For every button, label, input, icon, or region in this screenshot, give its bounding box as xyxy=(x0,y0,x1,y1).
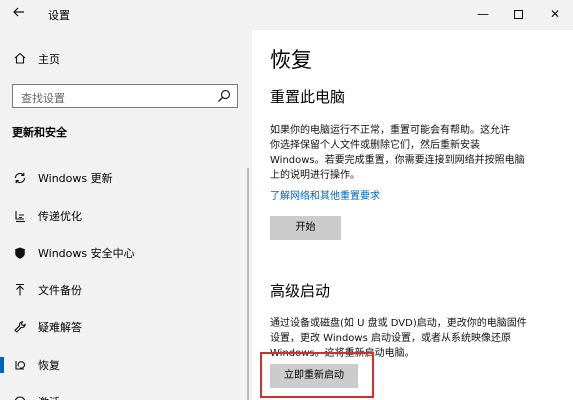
close-button[interactable]: ✕ xyxy=(537,0,573,30)
sidebar-item-recovery[interactable]: 恢复 xyxy=(0,347,246,383)
shield-icon xyxy=(12,246,28,260)
sidebar-item-security-center[interactable]: Windows 安全中心 xyxy=(0,235,246,271)
sidebar-item-label: 恢复 xyxy=(38,359,60,372)
title-bar: 设置 — ✕ xyxy=(0,0,573,30)
minimize-button[interactable]: — xyxy=(465,0,501,30)
sync-icon xyxy=(12,171,28,185)
advanced-description-line: 设置，更改 Windows 启动设置，或者从系统映像还原 xyxy=(270,333,511,344)
reset-description-line: Windows。若要完成重置，你需要连接到网络并按照电脑 xyxy=(270,155,525,166)
sidebar-item-label: 激活 xyxy=(38,394,60,400)
search-input[interactable]: 查找设置 xyxy=(12,84,238,108)
sidebar: 主页 查找设置 更新和安全 Windows 更新 传递优化 Windows 安全… xyxy=(0,30,252,400)
delivery-optimization-icon xyxy=(12,209,28,223)
sidebar-item-label: Windows 安全中心 xyxy=(38,247,135,260)
section-title: 更新和安全 xyxy=(12,126,67,139)
back-arrow-icon[interactable] xyxy=(8,5,30,25)
recovery-icon xyxy=(12,358,28,372)
advanced-startup-heading: 高级启动 xyxy=(270,282,331,300)
sidebar-item-label: Windows 更新 xyxy=(38,172,113,185)
advanced-description-line: 通过设备或磁盘(如 U 盘或 DVD)启动，更改你的电脑固件 xyxy=(270,318,527,329)
page-title: 恢复 xyxy=(270,48,312,72)
backup-upload-icon xyxy=(12,283,28,297)
reset-requirements-link[interactable]: 了解网络和其他重置要求 xyxy=(270,187,380,202)
wrench-icon xyxy=(12,320,28,334)
home-icon xyxy=(12,51,28,68)
sidebar-scrollbar[interactable] xyxy=(247,168,249,400)
reset-heading: 重置此电脑 xyxy=(270,88,346,106)
main-content: 恢复 重置此电脑 如果你的电脑运行不正常，重置可能会有帮助。这允许 你选择保留个… xyxy=(252,30,573,400)
search-placeholder: 查找设置 xyxy=(21,92,65,105)
reset-description: 如果你的电脑运行不正常，重置可能会有帮助。这允许 你选择保留个人文件或删除它们，… xyxy=(270,123,566,183)
sidebar-item-activation[interactable]: 激活 xyxy=(0,384,246,400)
reset-description-line: 你选择保留个人文件或删除它们，然后重新安装 xyxy=(270,140,480,151)
sidebar-item-home[interactable]: 主页 xyxy=(12,51,60,67)
window-title: 设置 xyxy=(48,9,70,22)
sidebar-item-label: 传递优化 xyxy=(38,210,82,223)
sidebar-item-label: 文件备份 xyxy=(38,284,82,297)
sidebar-home-label: 主页 xyxy=(38,53,60,66)
sidebar-item-delivery-optimization[interactable]: 传递优化 xyxy=(0,198,246,234)
sidebar-item-troubleshoot[interactable]: 疑难解答 xyxy=(0,309,246,345)
start-reset-button[interactable]: 开始 xyxy=(270,216,341,240)
sidebar-item-label: 疑难解答 xyxy=(38,321,82,334)
search-icon[interactable] xyxy=(216,88,232,104)
annotation-highlight-box xyxy=(260,352,374,398)
maximize-icon xyxy=(513,10,523,19)
sidebar-item-file-backup[interactable]: 文件备份 xyxy=(0,272,246,308)
reset-description-line: 上的说明进行操作。 xyxy=(270,170,360,181)
maximize-button[interactable] xyxy=(500,0,536,30)
reset-description-line: 如果你的电脑运行不正常，重置可能会有帮助。这允许 xyxy=(270,125,510,136)
activation-icon xyxy=(12,395,28,400)
sidebar-item-windows-update[interactable]: Windows 更新 xyxy=(0,160,246,196)
